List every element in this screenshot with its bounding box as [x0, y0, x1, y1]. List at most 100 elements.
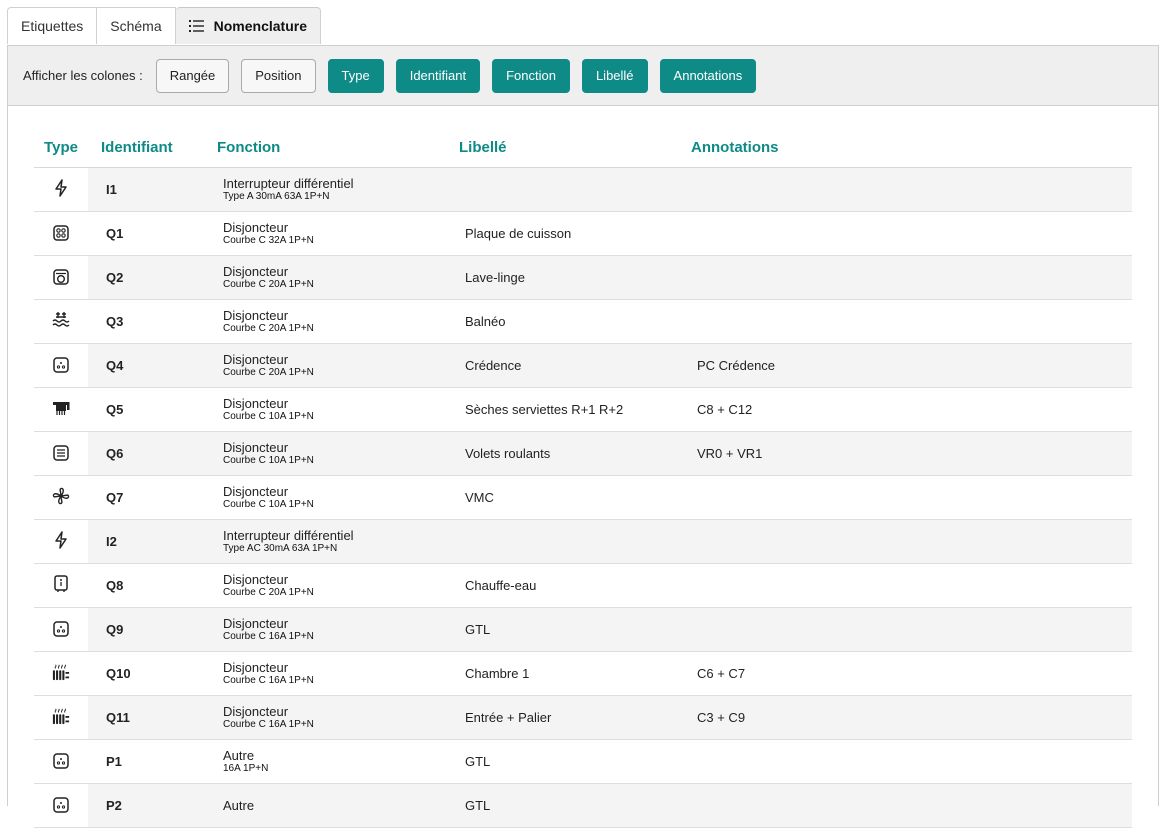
table-row[interactable]: Q4 Disjoncteur Courbe C 20A 1P+N Crédence PC…: [34, 343, 1132, 388]
function-cell: Disjoncteur Courbe C 32A 1P+N: [217, 211, 459, 256]
type-cell: [34, 211, 88, 256]
function-detail: Type AC 30mA 63A 1P+N: [223, 542, 338, 554]
function-name: Disjoncteur: [223, 703, 289, 719]
annotation-cell: [691, 607, 1132, 652]
table-row[interactable]: P1 Autre 16A 1P+N GTL: [34, 739, 1132, 784]
annotation-cell: [691, 167, 1132, 212]
washing-machine-icon: [52, 268, 70, 286]
lightning-icon: [52, 179, 70, 197]
toggle-column-libelle-button[interactable]: Libellé: [581, 58, 648, 93]
function-detail: Courbe C 20A 1P+N: [223, 586, 314, 598]
type-cell: [34, 431, 88, 476]
nomenclature-panel: Type Identifiant Fonction Libellé Annota…: [7, 106, 1159, 828]
function-detail: Courbe C 20A 1P+N: [223, 278, 314, 290]
type-cell: [34, 607, 88, 652]
libelle-cell: VMC: [459, 475, 691, 520]
libelle-cell: Sèches serviettes R+1 R+2: [459, 387, 691, 432]
type-cell: [34, 255, 88, 300]
header-fonction[interactable]: Fonction: [217, 127, 459, 168]
identifier-cell: P1: [88, 739, 217, 784]
table-row[interactable]: Q11 Disjoncteur Courbe C 16A 1P+N Entrée + …: [34, 695, 1132, 740]
header-id[interactable]: Identifiant: [88, 127, 217, 168]
type-cell: [34, 299, 88, 344]
toggle-column-position-button[interactable]: Position: [241, 58, 316, 93]
libelle-cell: GTL: [459, 783, 691, 828]
function-name: Disjoncteur: [223, 439, 289, 455]
type-cell: [34, 167, 88, 212]
libelle-cell: Plaque de cuisson: [459, 211, 691, 256]
header-type[interactable]: Type: [34, 127, 88, 168]
table-row[interactable]: Q6 Disjoncteur Courbe C 10A 1P+N Volets rou…: [34, 431, 1132, 476]
table-row[interactable]: Q2 Disjoncteur Courbe C 20A 1P+N Lave-linge: [34, 255, 1132, 300]
annotation-cell: PC Crédence: [691, 343, 1132, 388]
identifier-cell: P2: [88, 783, 217, 828]
identifier-cell: I2: [88, 519, 217, 564]
cooktop-icon: [52, 224, 70, 242]
shutter-icon: [52, 444, 70, 462]
function-detail: Type A 30mA 63A 1P+N: [223, 190, 330, 202]
function-detail: Courbe C 10A 1P+N: [223, 498, 314, 510]
function-detail: Courbe C 10A 1P+N: [223, 410, 314, 422]
table-row[interactable]: P2 Autre GTL: [34, 783, 1132, 828]
identifier-cell: Q6: [88, 431, 217, 476]
hot-tub-icon: [52, 311, 70, 329]
function-detail: 16A 1P+N: [223, 762, 269, 774]
function-cell: Disjoncteur Courbe C 16A 1P+N: [217, 695, 459, 740]
identifier-cell: Q11: [88, 695, 217, 740]
function-cell: Disjoncteur Courbe C 20A 1P+N: [217, 343, 459, 388]
tab-nomenclature-label: Nomenclature: [213, 18, 307, 34]
table-row[interactable]: Q7 Disjoncteur Courbe C 10A 1P+N VMC: [34, 475, 1132, 520]
table-row[interactable]: Q5 Disjoncteur Courbe C 10A 1P+N Sèches ser…: [34, 387, 1132, 432]
annotation-cell: [691, 475, 1132, 520]
toggle-column-identifiant-button[interactable]: Identifiant: [395, 58, 481, 93]
function-detail: Courbe C 16A 1P+N: [223, 630, 314, 642]
socket-icon: [52, 356, 70, 374]
identifier-cell: Q4: [88, 343, 217, 388]
toggle-column-rangee-button[interactable]: Rangée: [155, 58, 230, 93]
toggle-column-annotations-button[interactable]: Annotations: [659, 58, 757, 93]
tab-schema[interactable]: Schéma: [97, 7, 176, 44]
identifier-cell: I1: [88, 167, 217, 212]
function-cell: Disjoncteur Courbe C 20A 1P+N: [217, 255, 459, 300]
tab-nomenclature[interactable]: Nomenclature: [175, 7, 321, 44]
identifier-cell: Q1: [88, 211, 217, 256]
table-row[interactable]: Q3 Disjoncteur Courbe C 20A 1P+N Balnéo: [34, 299, 1132, 344]
type-cell: [34, 695, 88, 740]
annotation-cell: C8 + C12: [691, 387, 1132, 432]
tab-etiquettes[interactable]: Etiquettes: [7, 7, 98, 44]
toolbar-label: Afficher les colones :: [23, 68, 143, 83]
function-cell: Disjoncteur Courbe C 20A 1P+N: [217, 299, 459, 344]
type-cell: [34, 387, 88, 432]
table-row[interactable]: I1 Interrupteur différentiel Type A 30mA 6…: [34, 167, 1132, 212]
table-row[interactable]: Q1 Disjoncteur Courbe C 32A 1P+N Plaque de …: [34, 211, 1132, 256]
libelle-cell: Chauffe-eau: [459, 563, 691, 608]
table-row[interactable]: I2 Interrupteur différentiel Type AC 30mA …: [34, 519, 1132, 564]
towel-dryer-icon: [52, 399, 70, 417]
identifier-cell: Q3: [88, 299, 217, 344]
function-cell: Disjoncteur Courbe C 20A 1P+N: [217, 563, 459, 608]
function-cell: Disjoncteur Courbe C 10A 1P+N: [217, 475, 459, 520]
header-annotations[interactable]: Annotations: [691, 127, 1132, 168]
toggle-column-type-button[interactable]: Type: [327, 58, 384, 93]
function-detail: Courbe C 20A 1P+N: [223, 322, 314, 334]
table-row[interactable]: Q9 Disjoncteur Courbe C 16A 1P+N GTL: [34, 607, 1132, 652]
function-detail: Courbe C 32A 1P+N: [223, 234, 314, 246]
toggle-column-fonction-button[interactable]: Fonction: [492, 58, 570, 93]
table-row[interactable]: Q10 Disjoncteur Courbe C 16A 1P+N Chambre 1…: [34, 651, 1132, 696]
libelle-cell: [459, 519, 691, 564]
annotation-cell: [691, 739, 1132, 784]
function-name: Interrupteur différentiel: [223, 175, 354, 191]
identifier-cell: Q7: [88, 475, 217, 520]
header-libelle[interactable]: Libellé: [459, 127, 691, 168]
table-row[interactable]: Q8 Disjoncteur Courbe C 20A 1P+N Chauffe-ea…: [34, 563, 1132, 608]
libelle-cell: GTL: [459, 739, 691, 784]
annotation-cell: C6 + C7: [691, 651, 1132, 696]
libelle-cell: GTL: [459, 607, 691, 652]
function-cell: Disjoncteur Courbe C 10A 1P+N: [217, 431, 459, 476]
function-cell: Interrupteur différentiel Type AC 30mA 63…: [217, 519, 459, 564]
function-name: Disjoncteur: [223, 483, 289, 499]
function-cell: Autre: [217, 783, 459, 828]
function-cell: Disjoncteur Courbe C 16A 1P+N: [217, 607, 459, 652]
tab-bar: Etiquettes Schéma Nomenclature: [7, 7, 321, 45]
function-name: Autre: [223, 797, 255, 813]
